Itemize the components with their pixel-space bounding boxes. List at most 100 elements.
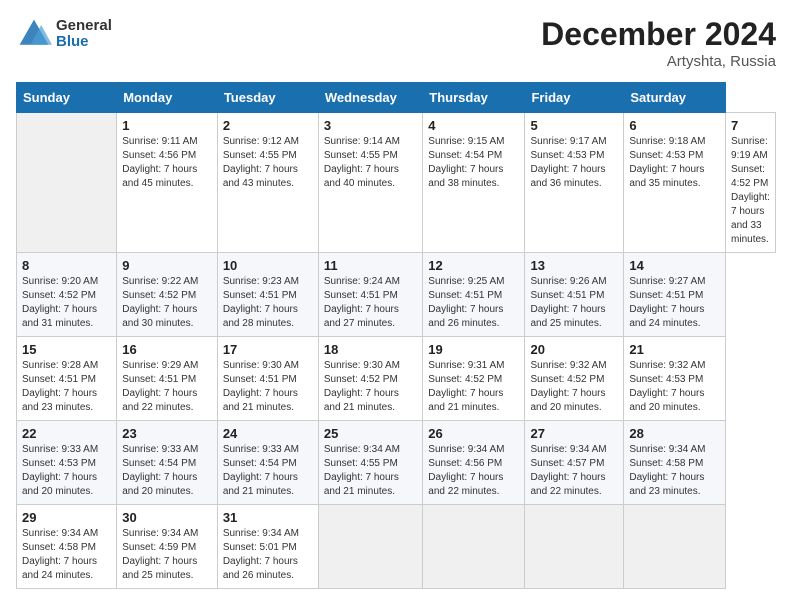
day-number: 21 <box>629 342 720 357</box>
calendar-cell: 5Sunrise: 9:17 AMSunset: 4:53 PMDaylight… <box>525 113 624 253</box>
calendar-cell: 7 Sunrise: 9:19 AMSunset: 4:52 PMDaylight… <box>726 113 776 253</box>
day-number: 8 <box>22 258 111 273</box>
header-friday: Friday <box>525 83 624 113</box>
day-info: Sunrise: 9:34 AMSunset: 4:59 PMDaylight:… <box>122 527 212 583</box>
day-info: Sunrise: 9:33 AMSunset: 4:53 PMDaylight:… <box>22 443 111 499</box>
day-number: 2 <box>223 118 313 133</box>
day-number: 23 <box>122 426 212 441</box>
day-info: Sunrise: 9:22 AMSunset: 4:52 PMDaylight:… <box>122 275 212 331</box>
day-info: Sunrise: 9:12 AMSunset: 4:55 PMDaylight:… <box>223 135 313 191</box>
calendar-cell: 18 Sunrise: 9:30 AMSunset: 4:52 PMDayligh… <box>318 337 422 421</box>
calendar-table: SundayMondayTuesdayWednesdayThursdayFrid… <box>16 82 776 589</box>
location-subtitle: Artyshta, Russia <box>541 53 776 70</box>
calendar-cell: 15 Sunrise: 9:28 AMSunset: 4:51 PMDayligh… <box>17 337 117 421</box>
day-number: 11 <box>324 258 417 273</box>
day-info: Sunrise: 9:11 AMSunset: 4:56 PMDaylight:… <box>122 135 212 191</box>
calendar-cell: 23 Sunrise: 9:33 AMSunset: 4:54 PMDayligh… <box>117 421 218 505</box>
day-info: Sunrise: 9:15 AMSunset: 4:54 PMDaylight:… <box>428 135 519 191</box>
day-info: Sunrise: 9:34 AMSunset: 4:55 PMDaylight:… <box>324 443 417 499</box>
day-number: 19 <box>428 342 519 357</box>
calendar-cell: 14Sunrise: 9:27 AMSunset: 4:51 PMDayligh… <box>624 253 726 337</box>
calendar-cell: 27 Sunrise: 9:34 AMSunset: 4:57 PMDayligh… <box>525 421 624 505</box>
day-info: Sunrise: 9:32 AMSunset: 4:53 PMDaylight:… <box>629 359 720 415</box>
day-number: 9 <box>122 258 212 273</box>
calendar-cell: 10 Sunrise: 9:23 AMSunset: 4:51 PMDayligh… <box>217 253 318 337</box>
day-info: Sunrise: 9:34 AMSunset: 5:01 PMDaylight:… <box>223 527 313 583</box>
day-number: 3 <box>324 118 417 133</box>
calendar-cell <box>624 505 726 589</box>
calendar-cell <box>423 505 525 589</box>
day-info: Sunrise: 9:30 AMSunset: 4:52 PMDaylight:… <box>324 359 417 415</box>
calendar-body: 1 Sunrise: 9:11 AMSunset: 4:56 PMDaylight… <box>17 113 776 589</box>
day-number: 13 <box>530 258 618 273</box>
month-year-title: December 2024 <box>541 16 776 53</box>
day-info: Sunrise: 9:17 AMSunset: 4:53 PMDaylight:… <box>530 135 618 191</box>
day-info: Sunrise: 9:31 AMSunset: 4:52 PMDaylight:… <box>428 359 519 415</box>
day-info: Sunrise: 9:34 AMSunset: 4:57 PMDaylight:… <box>530 443 618 499</box>
day-number: 28 <box>629 426 720 441</box>
day-number: 12 <box>428 258 519 273</box>
day-number: 4 <box>428 118 519 133</box>
day-number: 10 <box>223 258 313 273</box>
header-monday: Monday <box>117 83 218 113</box>
day-number: 31 <box>223 510 313 525</box>
calendar-cell: 3 Sunrise: 9:14 AMSunset: 4:55 PMDaylight… <box>318 113 422 253</box>
calendar-cell: 26 Sunrise: 9:34 AMSunset: 4:56 PMDayligh… <box>423 421 525 505</box>
day-number: 29 <box>22 510 111 525</box>
calendar-cell: 25 Sunrise: 9:34 AMSunset: 4:55 PMDayligh… <box>318 421 422 505</box>
day-info: Sunrise: 9:14 AMSunset: 4:55 PMDaylight:… <box>324 135 417 191</box>
calendar-cell: 16Sunrise: 9:29 AMSunset: 4:51 PMDayligh… <box>117 337 218 421</box>
day-info: Sunrise: 9:23 AMSunset: 4:51 PMDaylight:… <box>223 275 313 331</box>
calendar-cell: 4 Sunrise: 9:15 AMSunset: 4:54 PMDaylight… <box>423 113 525 253</box>
logo-general: General <box>56 18 112 35</box>
day-number: 14 <box>629 258 720 273</box>
week-row-2: 8 Sunrise: 9:20 AMSunset: 4:52 PMDaylight… <box>17 253 776 337</box>
page-header: General Blue December 2024 Artyshta, Rus… <box>16 16 776 70</box>
day-number: 18 <box>324 342 417 357</box>
calendar-cell: 9 Sunrise: 9:22 AMSunset: 4:52 PMDaylight… <box>117 253 218 337</box>
header-wednesday: Wednesday <box>318 83 422 113</box>
calendar-cell: 28 Sunrise: 9:34 AMSunset: 4:58 PMDayligh… <box>624 421 726 505</box>
calendar-cell <box>525 505 624 589</box>
header-saturday: Saturday <box>624 83 726 113</box>
day-info: Sunrise: 9:19 AMSunset: 4:52 PMDaylight:… <box>731 135 770 247</box>
day-info: Sunrise: 9:33 AMSunset: 4:54 PMDaylight:… <box>122 443 212 499</box>
logo-text: General Blue <box>56 18 112 51</box>
logo-icon <box>16 16 52 52</box>
day-number: 25 <box>324 426 417 441</box>
day-info: Sunrise: 9:26 AMSunset: 4:51 PMDaylight:… <box>530 275 618 331</box>
calendar-cell: 31 Sunrise: 9:34 AMSunset: 5:01 PMDayligh… <box>217 505 318 589</box>
day-number: 24 <box>223 426 313 441</box>
title-block: December 2024 Artyshta, Russia <box>541 16 776 70</box>
calendar-cell: 1 Sunrise: 9:11 AMSunset: 4:56 PMDaylight… <box>117 113 218 253</box>
day-number: 22 <box>22 426 111 441</box>
calendar-cell: 17Sunrise: 9:30 AMSunset: 4:51 PMDayligh… <box>217 337 318 421</box>
day-number: 26 <box>428 426 519 441</box>
header-sunday: Sunday <box>17 83 117 113</box>
calendar-cell: 20 Sunrise: 9:32 AMSunset: 4:52 PMDayligh… <box>525 337 624 421</box>
day-number: 16 <box>122 342 212 357</box>
logo: General Blue <box>16 16 112 52</box>
week-row-5: 29Sunrise: 9:34 AMSunset: 4:58 PMDayligh… <box>17 505 776 589</box>
day-info: Sunrise: 9:32 AMSunset: 4:52 PMDaylight:… <box>530 359 618 415</box>
day-number: 20 <box>530 342 618 357</box>
week-row-1: 1 Sunrise: 9:11 AMSunset: 4:56 PMDaylight… <box>17 113 776 253</box>
calendar-cell: 6Sunrise: 9:18 AMSunset: 4:53 PMDaylight… <box>624 113 726 253</box>
calendar-cell: 19 Sunrise: 9:31 AMSunset: 4:52 PMDayligh… <box>423 337 525 421</box>
day-number: 15 <box>22 342 111 357</box>
day-info: Sunrise: 9:33 AMSunset: 4:54 PMDaylight:… <box>223 443 313 499</box>
calendar-header-row: SundayMondayTuesdayWednesdayThursdayFrid… <box>17 83 776 113</box>
day-number: 7 <box>731 118 770 133</box>
calendar-cell: 2 Sunrise: 9:12 AMSunset: 4:55 PMDaylight… <box>217 113 318 253</box>
day-number: 1 <box>122 118 212 133</box>
day-info: Sunrise: 9:28 AMSunset: 4:51 PMDaylight:… <box>22 359 111 415</box>
day-info: Sunrise: 9:34 AMSunset: 4:58 PMDaylight:… <box>629 443 720 499</box>
day-info: Sunrise: 9:20 AMSunset: 4:52 PMDaylight:… <box>22 275 111 331</box>
day-number: 17 <box>223 342 313 357</box>
day-info: Sunrise: 9:34 AMSunset: 4:56 PMDaylight:… <box>428 443 519 499</box>
header-thursday: Thursday <box>423 83 525 113</box>
week-row-3: 15 Sunrise: 9:28 AMSunset: 4:51 PMDayligh… <box>17 337 776 421</box>
calendar-cell: 8 Sunrise: 9:20 AMSunset: 4:52 PMDaylight… <box>17 253 117 337</box>
calendar-cell: 11Sunrise: 9:24 AMSunset: 4:51 PMDayligh… <box>318 253 422 337</box>
day-number: 27 <box>530 426 618 441</box>
